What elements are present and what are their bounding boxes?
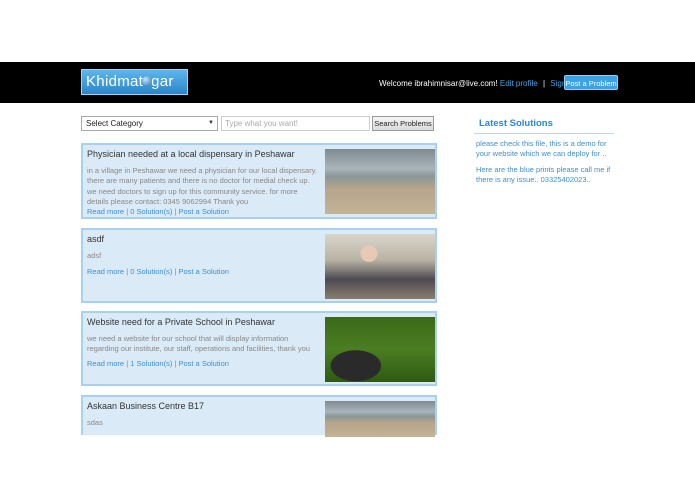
problem-card: Physician needed at a local dispensary i… bbox=[81, 143, 437, 219]
read-more-link[interactable]: Read more bbox=[87, 267, 124, 276]
solution-link[interactable]: Here are the blue prints please call me … bbox=[476, 165, 616, 184]
problem-title[interactable]: asdf bbox=[87, 234, 104, 244]
edit-profile-link[interactable]: Edit profile bbox=[500, 79, 538, 88]
divider bbox=[474, 133, 614, 134]
post-problem-button[interactable]: Post a Problem bbox=[564, 75, 618, 90]
problem-card: asdf adsf Read more | 0 Solution(s) | Po… bbox=[81, 228, 437, 303]
problem-title[interactable]: Website need for a Private School in Pes… bbox=[87, 317, 275, 327]
search-placeholder: Type what you want! bbox=[225, 119, 298, 128]
category-select[interactable]: Select Category ▼ bbox=[81, 116, 218, 131]
user-bar: Welcome ibrahimnisar@live.com! Edit prof… bbox=[379, 79, 580, 88]
top-header: Khidmat gar Welcome ibrahimnisar@live.com… bbox=[0, 62, 695, 103]
problem-links: Read more | 0 Solution(s) | Post a Solut… bbox=[87, 267, 229, 276]
search-problems-button[interactable]: Search Problems bbox=[372, 116, 434, 131]
read-more-link[interactable]: Read more bbox=[87, 207, 124, 216]
problem-title[interactable]: Askaan Business Centre B17 bbox=[87, 401, 204, 411]
problem-description: in a village in Peshawar we need a physi… bbox=[87, 166, 317, 207]
latest-solutions-heading: Latest Solutions bbox=[479, 118, 553, 129]
welcome-text: Welcome ibrahimnisar@live.com! bbox=[379, 79, 498, 88]
solutions-count-link[interactable]: 1 Solution(s) bbox=[130, 359, 172, 368]
solution-link[interactable]: please check this file, this is a demo f… bbox=[476, 139, 616, 158]
logo-text-right: gar bbox=[151, 73, 174, 90]
problem-thumbnail[interactable] bbox=[325, 234, 435, 299]
problem-card: Website need for a Private School in Pes… bbox=[81, 311, 437, 386]
problem-thumbnail[interactable] bbox=[325, 317, 435, 382]
problem-description: adsf bbox=[87, 251, 102, 260]
problem-thumbnail[interactable] bbox=[325, 149, 435, 214]
read-more-link[interactable]: Read more bbox=[87, 359, 124, 368]
post-solution-link[interactable]: Post a Solution bbox=[178, 359, 228, 368]
post-solution-link[interactable]: Post a Solution bbox=[178, 267, 228, 276]
problem-description: we need a website for our school that wi… bbox=[87, 334, 310, 354]
problem-thumbnail[interactable] bbox=[325, 401, 435, 437]
problem-description: sdas bbox=[87, 418, 103, 427]
solutions-count-link[interactable]: 0 Solution(s) bbox=[130, 267, 172, 276]
search-input[interactable]: Type what you want! bbox=[221, 116, 370, 131]
problem-links: Read more | 0 Solution(s) | Post a Solut… bbox=[87, 207, 229, 216]
dropdown-arrow-icon: ▼ bbox=[208, 120, 214, 126]
khidmatgar-logo[interactable]: Khidmat gar bbox=[81, 69, 188, 95]
problem-title[interactable]: Physician needed at a local dispensary i… bbox=[87, 149, 295, 159]
category-select-value: Select Category bbox=[86, 119, 143, 128]
logo-text-left: Khidmat bbox=[86, 73, 144, 90]
post-solution-link[interactable]: Post a Solution bbox=[178, 207, 228, 216]
problem-links: Read more | 1 Solution(s) | Post a Solut… bbox=[87, 359, 229, 368]
separator: | bbox=[542, 79, 546, 88]
solutions-count-link[interactable]: 0 Solution(s) bbox=[130, 207, 172, 216]
problem-card: Askaan Business Centre B17 sdas bbox=[81, 395, 437, 437]
